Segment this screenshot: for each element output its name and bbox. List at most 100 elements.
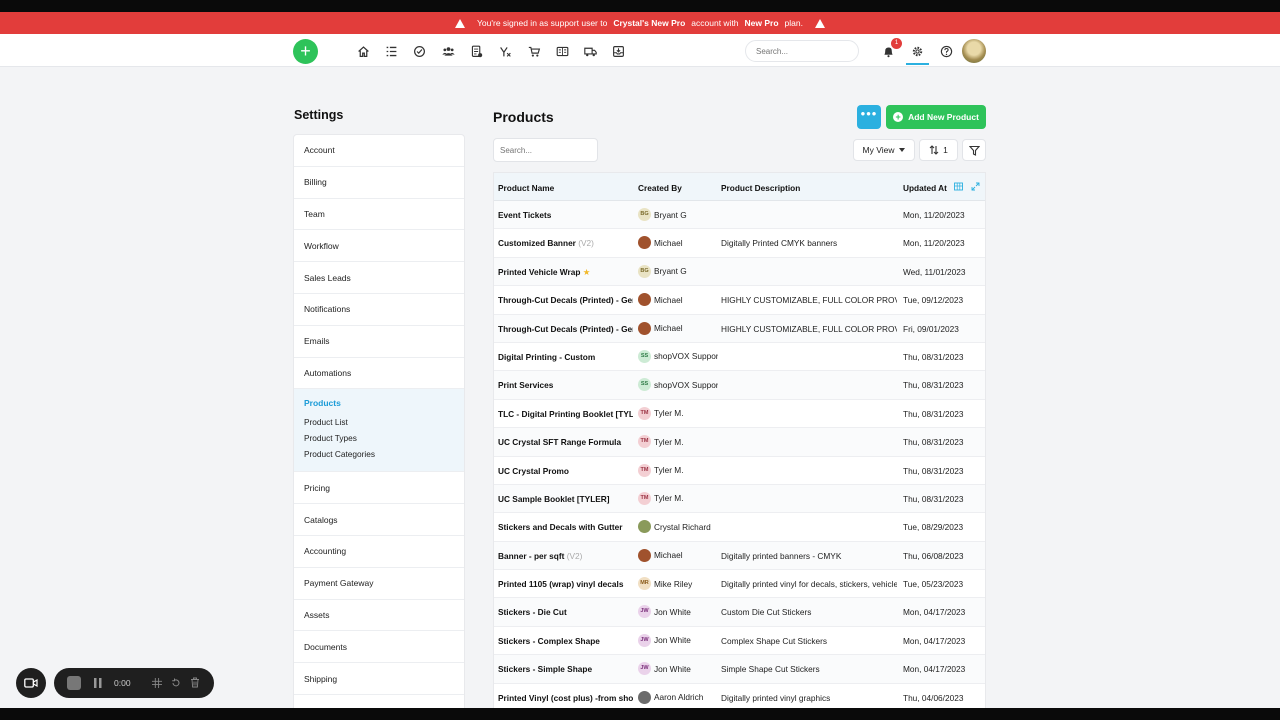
product-name[interactable]: Print Services bbox=[498, 380, 553, 390]
product-name[interactable]: Stickers - Simple Shape bbox=[498, 664, 592, 674]
columns-icon[interactable] bbox=[954, 182, 963, 191]
check-circle-icon[interactable] bbox=[411, 43, 427, 59]
list-icon[interactable] bbox=[383, 43, 399, 59]
product-name[interactable]: UC Sample Booklet [TYLER] bbox=[498, 494, 610, 504]
product-name-cell[interactable]: UC Crystal SFT Range Formula bbox=[498, 437, 633, 447]
product-name-cell[interactable]: Printed Vehicle Wrap ★ bbox=[498, 267, 633, 277]
sidebar-item-assets[interactable]: Assets bbox=[294, 600, 464, 632]
sidebar-item-automations[interactable]: Automations bbox=[294, 358, 464, 390]
table-row[interactable]: Through-Cut Decals (Printed) - Generic Mi… bbox=[494, 314, 985, 343]
table-row[interactable]: Stickers - Die Cut JW Jon White Custom Die … bbox=[494, 598, 985, 627]
product-name[interactable]: Event Tickets bbox=[498, 210, 551, 220]
column-header-created-by[interactable]: Created By bbox=[638, 183, 682, 193]
product-name[interactable]: Through-Cut Decals (Printed) - Generic bbox=[498, 295, 633, 305]
product-name-cell[interactable]: Through-Cut Decals (Printed) - Generic bbox=[498, 295, 633, 305]
table-row[interactable]: TLC - Digital Printing Booklet [TYLER] TM… bbox=[494, 400, 985, 429]
table-row[interactable]: Print Services SS shopVOX Support Thu, 08/3… bbox=[494, 371, 985, 400]
table-row[interactable]: Event Tickets BG Bryant G Mon, 11/20/2023 bbox=[494, 201, 985, 230]
product-name-cell[interactable]: Customized Banner (V2) bbox=[498, 238, 633, 248]
sidebar-item-team[interactable]: Team bbox=[294, 199, 464, 231]
product-name-cell[interactable]: Digital Printing - Custom bbox=[498, 352, 633, 362]
user-avatar[interactable] bbox=[962, 39, 986, 63]
customers-icon[interactable] bbox=[440, 43, 456, 59]
sidebar-active-label[interactable]: Products bbox=[304, 398, 454, 408]
view-selector[interactable]: My View bbox=[853, 139, 915, 161]
table-row[interactable]: Banner - per sqft (V2) Michael Digitally p… bbox=[494, 541, 985, 571]
table-row[interactable]: Digital Printing - Custom SS shopVOX Suppo… bbox=[494, 343, 985, 372]
add-new-product-button[interactable]: + Add New Product bbox=[886, 105, 986, 129]
camera-button[interactable] bbox=[16, 668, 46, 698]
product-name-cell[interactable]: Print Services bbox=[498, 380, 633, 390]
cart-icon[interactable] bbox=[526, 43, 542, 59]
product-name[interactable]: Customized Banner bbox=[498, 238, 576, 248]
sidebar-item-notifications[interactable]: Notifications bbox=[294, 294, 464, 326]
product-name-cell[interactable]: Stickers - Die Cut bbox=[498, 607, 633, 617]
product-name[interactable]: Printed Vehicle Wrap bbox=[498, 267, 580, 277]
expand-icon[interactable] bbox=[971, 182, 980, 191]
sidebar-item-shipping[interactable]: Shipping bbox=[294, 663, 464, 695]
sidebar-item-products[interactable]: Products Product List Product Types Prod… bbox=[294, 389, 464, 473]
sidebar-item-documents[interactable]: Documents bbox=[294, 631, 464, 664]
sidebar-item-workflow[interactable]: Workflow bbox=[294, 230, 464, 263]
product-name-cell[interactable]: UC Sample Booklet [TYLER] bbox=[498, 494, 633, 504]
product-search-input[interactable] bbox=[493, 138, 598, 162]
column-header-product-name[interactable]: Product Name bbox=[498, 183, 554, 193]
sidebar-item-pricing[interactable]: Pricing bbox=[294, 472, 464, 505]
filter-button[interactable] bbox=[962, 139, 986, 161]
product-name-cell[interactable]: Event Tickets bbox=[498, 210, 633, 220]
table-row[interactable]: Stickers - Simple Shape JW Jon White Simple… bbox=[494, 655, 985, 684]
product-name[interactable]: Through-Cut Decals (Printed) - Generic bbox=[498, 324, 633, 334]
formula-icon[interactable] bbox=[497, 43, 513, 59]
sort-button[interactable]: 1 bbox=[919, 139, 958, 161]
product-name-cell[interactable]: Printed 1105 (wrap) vinyl decals bbox=[498, 579, 633, 589]
restart-icon[interactable] bbox=[171, 678, 181, 688]
grid-icon[interactable] bbox=[152, 678, 162, 688]
table-row[interactable]: Printed Vehicle Wrap ★ BG Bryant G Wed, 11/… bbox=[494, 257, 985, 287]
product-name[interactable]: Stickers - Complex Shape bbox=[498, 636, 600, 646]
inbox-icon[interactable] bbox=[610, 43, 626, 59]
product-name-cell[interactable]: Stickers - Complex Shape bbox=[498, 636, 633, 646]
product-name[interactable]: TLC - Digital Printing Booklet [TYLER] bbox=[498, 409, 633, 419]
product-name[interactable]: Digital Printing - Custom bbox=[498, 352, 595, 362]
table-row[interactable]: UC Crystal Promo TM Tyler M. Thu, 08/31/202… bbox=[494, 457, 985, 485]
table-row[interactable]: Customized Banner (V2) Michael Digitally P… bbox=[494, 229, 985, 258]
table-row[interactable]: Stickers - Complex Shape JW Jon White Compl… bbox=[494, 627, 985, 656]
home-icon[interactable] bbox=[355, 43, 371, 59]
product-name[interactable]: UC Crystal Promo bbox=[498, 466, 569, 476]
sidebar-subitem-product-list[interactable]: Product List bbox=[304, 417, 454, 427]
sidebar-item-billing[interactable]: Billing bbox=[294, 167, 464, 199]
table-row[interactable]: Printed 1105 (wrap) vinyl decals MR Mike R… bbox=[494, 570, 985, 599]
truck-icon[interactable] bbox=[582, 43, 598, 59]
quick-add-button[interactable]: + bbox=[293, 39, 318, 64]
quote-icon[interactable] bbox=[468, 43, 484, 59]
table-row[interactable]: Printed Vinyl (cost plus) -from shop Aaro… bbox=[494, 684, 985, 708]
product-name-cell[interactable]: Stickers and Decals with Gutter bbox=[498, 522, 633, 532]
sidebar-item-payment-gateway[interactable]: Payment Gateway bbox=[294, 568, 464, 600]
pause-icon[interactable] bbox=[93, 677, 103, 689]
product-name[interactable]: Stickers and Decals with Gutter bbox=[498, 522, 623, 532]
product-name-cell[interactable]: Printed Vinyl (cost plus) -from shop bbox=[498, 693, 633, 703]
table-row[interactable]: Through-Cut Decals (Printed) - Generic Mi… bbox=[494, 286, 985, 315]
sidebar-item-account[interactable]: Account bbox=[294, 135, 464, 167]
product-name[interactable]: Stickers - Die Cut bbox=[498, 607, 567, 617]
global-search-input[interactable] bbox=[745, 40, 859, 62]
trash-icon[interactable] bbox=[190, 677, 200, 688]
more-actions-button[interactable]: ••• bbox=[857, 105, 881, 129]
product-name[interactable]: Printed 1105 (wrap) vinyl decals bbox=[498, 579, 623, 589]
sidebar-item-sales-leads[interactable]: Sales Leads bbox=[294, 262, 464, 294]
product-name-cell[interactable]: Banner - per sqft (V2) bbox=[498, 551, 633, 561]
product-name[interactable]: Printed Vinyl (cost plus) -from shop bbox=[498, 693, 633, 703]
product-name-cell[interactable]: TLC - Digital Printing Booklet [TYLER] bbox=[498, 409, 633, 419]
table-row[interactable]: Stickers and Decals with Gutter Crystal R… bbox=[494, 513, 985, 542]
table-row[interactable]: UC Sample Booklet [TYLER] TM Tyler M. Thu, … bbox=[494, 484, 985, 514]
product-name[interactable]: UC Crystal SFT Range Formula bbox=[498, 437, 621, 447]
product-name[interactable]: Banner - per sqft bbox=[498, 551, 564, 561]
stop-recording-button[interactable] bbox=[67, 676, 81, 690]
sidebar-item-emails[interactable]: Emails bbox=[294, 326, 464, 358]
sidebar-subitem-product-categories[interactable]: Product Categories bbox=[304, 449, 454, 459]
table-row[interactable]: UC Crystal SFT Range Formula TM Tyler M. Th… bbox=[494, 428, 985, 457]
sidebar-subitem-product-types[interactable]: Product Types bbox=[304, 433, 454, 443]
gear-icon[interactable] bbox=[909, 43, 925, 59]
column-header-product-description[interactable]: Product Description bbox=[721, 183, 800, 193]
sidebar-item-catalogs[interactable]: Catalogs bbox=[294, 504, 464, 536]
